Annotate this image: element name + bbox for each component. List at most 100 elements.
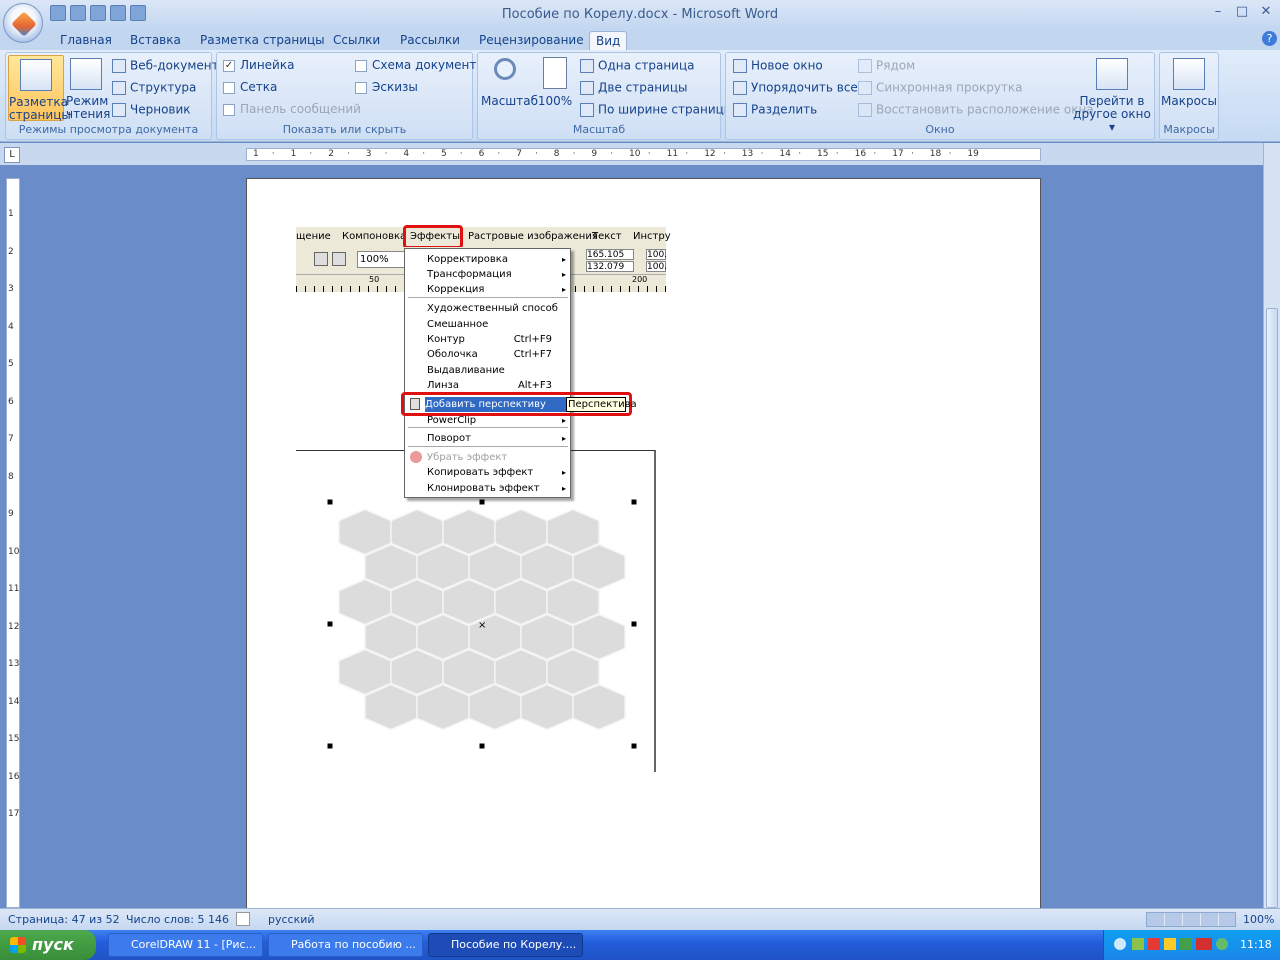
reset-position-button[interactable]: Восстановить расположение окна [858,103,1094,117]
tray-signal-icon[interactable] [1180,938,1192,950]
effects-menu-item[interactable]: Поворот ▸ [427,431,570,446]
vruler-number: 13 [8,659,20,669]
tray-arrow-icon[interactable] [1114,938,1126,950]
corel-menu-text: Текст [592,231,622,242]
sync-scroll-button[interactable]: Синхронная прокрутка [858,81,1023,95]
tab-view[interactable]: Вид [589,31,628,50]
effects-menu-item[interactable]: Контур Ctrl+F9 [427,332,570,347]
task-coreldraw[interactable]: CorelDRAW 11 - [Рис... [108,933,263,957]
tray-icon[interactable] [1148,938,1160,950]
tray-icon[interactable] [1164,938,1176,950]
tab-page-layout[interactable]: Разметка страницы [200,31,325,50]
effects-menu-item[interactable]: Линза Alt+F3 [427,378,570,393]
full-screen-reading-button[interactable]: Режим чтения [66,55,110,121]
close-button[interactable]: ✕ [1254,4,1278,22]
save-icon[interactable] [50,5,66,21]
clock[interactable]: 11:18 [1240,938,1272,951]
zoom-100-button[interactable]: 100% [537,55,573,115]
new-window-button[interactable]: Новое окно [733,59,823,73]
thumbnails-checkbox[interactable]: Эскизы [355,81,418,94]
effects-menu-item[interactable]: Оболочка Ctrl+F7 [427,347,570,362]
thumbnails-check-icon [355,81,367,94]
corel-scale-h-field: 100. [646,261,668,272]
vruler-number: 12 [8,621,20,632]
ruler-number: 19 [967,149,979,159]
ruler-number: · [535,149,538,159]
new-window-label: Новое окно [751,58,823,73]
vruler-number: 16 [8,771,20,782]
corel-tool-icon [332,252,346,266]
effects-menu-item[interactable]: Смешанное [427,317,570,332]
tab-review[interactable]: Рецензирование [479,31,584,50]
side-by-side-icon [858,59,872,73]
side-by-side-label: Рядом [876,58,916,73]
effects-menu-item[interactable]: Коррекция ▸ [427,282,570,297]
page-count[interactable]: Страница: 47 из 52 [8,913,120,926]
task-word[interactable]: Пособие по Корелу.... [428,933,583,957]
one-page-label: Одна страница [598,58,695,73]
office-button[interactable] [3,3,43,43]
effects-menu-item[interactable]: Трансформация ▸ [427,267,570,282]
word-count[interactable]: Число слов: 5 146 [126,913,229,926]
print-preview-icon[interactable] [110,5,126,21]
ati-icon[interactable] [1196,938,1212,950]
scrollbar-thumb[interactable] [1266,308,1278,908]
split-button[interactable]: Разделить [733,103,817,117]
minimize-button[interactable]: – [1206,4,1230,22]
help-icon[interactable]: ? [1262,31,1277,46]
message-bar-checkbox[interactable]: Панель сообщений [223,103,361,116]
tab-insert[interactable]: Вставка [130,31,181,50]
grid-checkbox[interactable]: Сетка [223,81,277,94]
tab-home[interactable]: Главная [60,31,112,50]
tab-mailings[interactable]: Рассылки [400,31,460,50]
zoom-button[interactable]: Масштаб [481,55,538,115]
tray-icon[interactable] [1132,938,1144,950]
vruler-number: 9 [8,509,14,519]
arrange-all-button[interactable]: Упорядочить все [733,81,858,95]
proofing-icon[interactable] [236,912,250,926]
language[interactable]: русский [268,913,315,926]
magnifier-icon [494,58,516,80]
redo-icon[interactable] [90,5,106,21]
effects-highlight-box [403,225,463,249]
start-button[interactable]: пуск [0,930,96,960]
quick-access-toolbar [50,5,146,23]
view-buttons[interactable] [1146,912,1236,927]
selection-handle [631,621,637,627]
zoom-level[interactable]: 100% [1243,913,1274,926]
tray-icon[interactable] [1216,938,1228,950]
outline-button[interactable]: Структура [112,81,196,95]
effects-menu-item[interactable]: Клонировать эффект ▸ [427,481,570,496]
vertical-scrollbar[interactable] [1263,143,1280,908]
draft-button[interactable]: Черновик [112,103,191,117]
print-layout-button[interactable]: Разметка страницы [8,55,71,122]
undo-icon[interactable] [70,5,86,21]
task-folder[interactable]: Работа по пособию ... [268,933,423,957]
message-bar-check-icon [223,103,235,116]
print-layout-icon [20,59,52,91]
one-page-button[interactable]: Одна страница [580,59,694,73]
corel-menu-item: щение [296,231,331,242]
vertical-ruler[interactable]: 1 2 3 4 5 6 7 8 9 10 11 12 13 14 15 16 17 [6,178,20,908]
ruler-number: 17 [892,149,904,159]
effects-menu-item[interactable]: Художественный способ [427,301,570,316]
tab-selector[interactable]: L [4,147,20,163]
vruler-number: 3 [8,284,14,294]
effects-menu-item[interactable]: Убрать эффект [427,450,570,465]
effects-menu-item[interactable]: Корректировка ▸ [427,252,570,267]
side-by-side-button[interactable]: Рядом [858,59,915,73]
document-map-checkbox[interactable]: Схема документа [355,59,484,72]
page-width-button[interactable]: По ширине страницы [580,103,733,117]
selection-handle [479,743,485,749]
web-layout-button[interactable]: Веб-документ [112,59,219,73]
switch-windows-button[interactable]: Перейти в другое окно ▾ [1072,55,1152,134]
horizontal-ruler[interactable]: 1 · 1 · 2 · 3 · 4 · 5 · 6 · 7 · 8 · 9 · 10 · 11 · 12 · 13 · 14 · 15 · 16… [246,148,1041,161]
two-pages-button[interactable]: Две страницы [580,81,688,95]
print-icon[interactable] [130,5,146,21]
effects-menu-item[interactable]: Копировать эффект ▸ [427,465,570,480]
maximize-button[interactable]: □ [1230,4,1254,22]
ruler-checkbox[interactable]: ✓ Линейка [223,59,294,72]
macros-button[interactable]: Макросы [1161,55,1217,117]
tab-references[interactable]: Ссылки [333,31,380,50]
effects-menu-item[interactable]: Выдавливание [427,363,570,378]
